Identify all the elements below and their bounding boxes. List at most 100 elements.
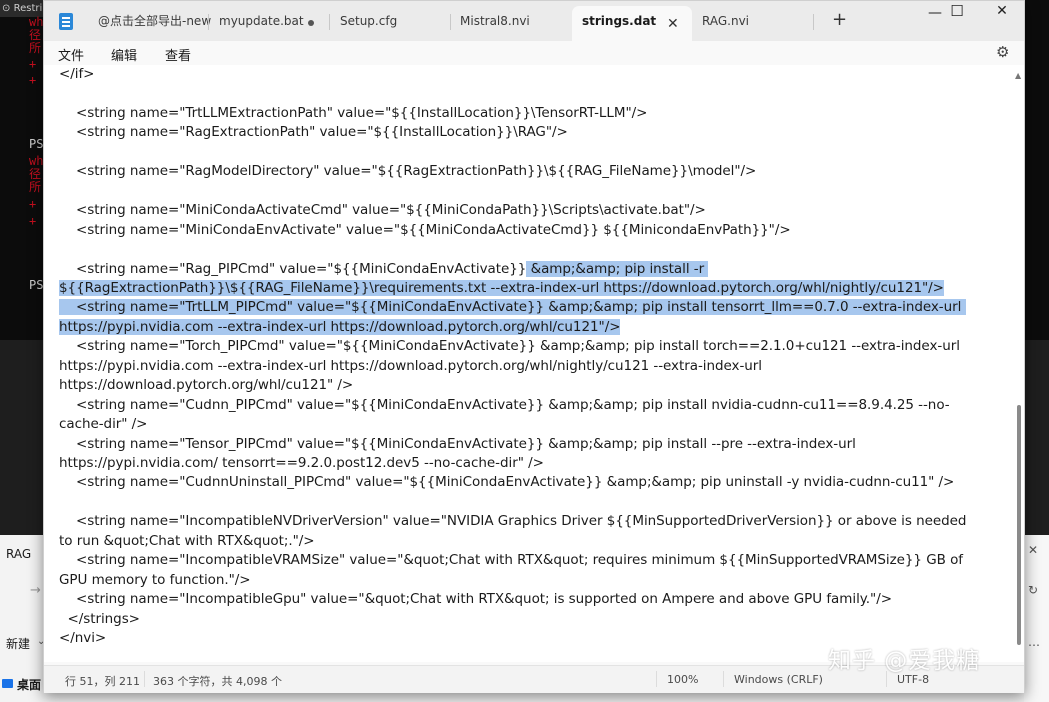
- more-icon[interactable]: …: [1028, 635, 1040, 649]
- add-tab-icon[interactable]: +: [832, 10, 847, 30]
- scrollbar-thumb[interactable]: [1017, 405, 1021, 645]
- menu-file[interactable]: 文件: [58, 45, 84, 64]
- notepad-window: @点击全部导出-new myupdate.bat Setup.cfg Mistr…: [43, 0, 1025, 693]
- code-text: </nvi>: [59, 630, 107, 647]
- gear-icon[interactable]: ⚙: [996, 43, 1009, 61]
- code-line: <string name="IncompatibleVRAMSize" valu…: [59, 551, 963, 571]
- code-text: https://download.pytorch.org/whl/cu121" …: [59, 377, 354, 394]
- notepad-app-icon: [59, 13, 73, 30]
- terminal-line: +: [29, 214, 37, 228]
- code-text: to run &quot;Chat with RTX&quot;."/>: [59, 532, 315, 549]
- status-divider: [144, 671, 145, 687]
- tab-bar: @点击全部导出-new myupdate.bat Setup.cfg Mistr…: [44, 1, 1024, 41]
- close-button[interactable]: ✕: [979, 1, 1025, 33]
- explorer-desktop-item[interactable]: 桌面: [17, 676, 41, 693]
- code-line: <string name="RagModelDirectory" value="…: [59, 162, 756, 182]
- terminal-prompt: PS: [29, 278, 44, 292]
- zoom-level[interactable]: 100%: [667, 673, 698, 686]
- code-line: <string name="Rag_PIPCmd" value="${{Mini…: [59, 260, 709, 280]
- status-divider: [656, 671, 657, 687]
- menu-view[interactable]: 查看: [165, 45, 191, 64]
- code-text: <string name="Cudnn_PIPCmd" value="${{Mi…: [59, 396, 950, 413]
- tab-label: @点击全部导出-new: [98, 14, 212, 28]
- selected-text: ${{RagExtractionPath}}\${{RAG_FileName}}…: [59, 279, 944, 296]
- tab-label: myupdate.bat: [219, 14, 304, 28]
- menu-bar: 文件 编辑 查看: [44, 41, 1024, 65]
- code-text: https://pypi.nvidia.com/ tensorrt==9.2.0…: [59, 455, 544, 471]
- watermark: 知乎 @爱我糖: [828, 648, 981, 674]
- maximize-button[interactable]: ☐: [934, 1, 980, 33]
- tab-mistral8-nvi[interactable]: Mistral8.nvi: [450, 6, 530, 41]
- code-line: <string name="CudnnUninstall_PIPCmd" val…: [59, 473, 954, 493]
- code-text: <string name="CudnnUninstall_PIPCmd" val…: [59, 474, 955, 491]
- code-line: ${{RagExtractionPath}}\${{RAG_FileName}}…: [59, 279, 944, 299]
- tab-strings-dat[interactable]: strings.dat ✕: [572, 6, 692, 41]
- back-arrow-icon[interactable]: →: [30, 583, 41, 598]
- code-text: <string name="RagModelDirectory" value="…: [59, 163, 757, 180]
- code-line: GPU memory to function."/>: [59, 571, 251, 591]
- code-text: </strings>: [59, 610, 140, 627]
- code-text: <string name="IncompatibleGpu" value="&q…: [59, 591, 892, 608]
- code-line: <string name="Torch_PIPCmd" value="${{Mi…: [59, 337, 960, 357]
- code-line: <string name="TrtLLMExtractionPath" valu…: [59, 104, 647, 124]
- code-line: <string name="MiniCondaActivateCmd" valu…: [59, 201, 706, 221]
- selected-text: &amp;&amp; pip install -r: [526, 260, 709, 277]
- line-ending[interactable]: Windows (CRLF): [734, 673, 823, 686]
- terminal-line: 所: [29, 180, 42, 194]
- background-window-edge: ✕ ↻ …: [1024, 535, 1049, 702]
- code-line: <string name="TrtLLM_PIPCmd" value="${{M…: [59, 298, 966, 318]
- code-line: <string name="Tensor_PIPCmd" value="${{M…: [59, 435, 856, 455]
- status-divider: [723, 671, 724, 687]
- code-line: cache-dir" />: [59, 415, 147, 435]
- code-text: <string name="RagExtractionPath" value="…: [59, 124, 568, 141]
- shield-icon: ⊙: [2, 3, 11, 14]
- character-count: 363 个字符，共 4,098 个: [153, 675, 282, 688]
- tab-label: RAG.nvi: [702, 14, 750, 28]
- code-line: to run &quot;Chat with RTX&quot;."/>: [59, 532, 315, 552]
- tab-rag-nvi[interactable]: RAG.nvi: [692, 6, 749, 41]
- code-text: <string name="Torch_PIPCmd" value="${{Mi…: [59, 338, 960, 355]
- code-line: </if>: [59, 65, 94, 85]
- code-line: <string name="IncompatibleNVDriverVersio…: [59, 512, 966, 532]
- code-text: <string name="TrtLLMExtractionPath" valu…: [59, 104, 648, 121]
- code-text: cache-dir" />: [59, 416, 148, 433]
- tab-setup-cfg[interactable]: Setup.cfg: [330, 6, 397, 41]
- tab-myupdate-bat[interactable]: myupdate.bat: [209, 6, 304, 41]
- code-text: <string name="MiniCondaEnvActivate" valu…: [59, 221, 791, 238]
- code-line: <string name="RagExtractionPath" value="…: [59, 123, 568, 143]
- refresh-icon[interactable]: ↻: [1028, 583, 1038, 597]
- terminal-line: 所: [29, 41, 42, 55]
- terminal-title-text: Restri: [13, 3, 43, 14]
- explorer-title: RAG: [6, 547, 32, 561]
- selected-text: <string name="TrtLLM_PIPCmd" value="${{M…: [59, 299, 966, 316]
- terminal-line: +: [29, 57, 37, 71]
- menu-edit[interactable]: 编辑: [111, 45, 137, 64]
- selected-text: https://pypi.nvidia.com --extra-index-ur…: [59, 318, 621, 335]
- explorer-new-button[interactable]: 新建: [6, 635, 30, 652]
- code-line: https://pypi.nvidia.com --extra-index-ur…: [59, 318, 621, 338]
- close-icon[interactable]: ✕: [1028, 543, 1038, 557]
- code-line: <string name="IncompatibleGpu" value="&q…: [59, 590, 892, 610]
- text-editor[interactable]: </if> <string name="TrtLLMExtractionPath…: [44, 65, 1024, 662]
- tab-export-new[interactable]: @点击全部导出-new: [88, 6, 211, 41]
- unsaved-dot-icon: [308, 20, 314, 26]
- code-line: </nvi>: [59, 629, 106, 649]
- code-text: </if>: [59, 66, 95, 82]
- terminal-line: +: [29, 73, 37, 87]
- vertical-scrollbar[interactable]: ▲: [1013, 65, 1024, 662]
- tab-label: Setup.cfg: [340, 14, 398, 28]
- code-text: <string name="Rag_PIPCmd" value="${{Mini…: [59, 260, 527, 277]
- code-text: https://pypi.nvidia.com --extra-index-ur…: [59, 357, 762, 374]
- scroll-up-icon[interactable]: ▲: [1015, 71, 1021, 80]
- cursor-position: 行 51，列 211: [65, 675, 140, 688]
- code-text: GPU memory to function."/>: [59, 571, 251, 588]
- terminal-prompt: PS: [29, 137, 44, 151]
- code-line: <string name="MiniCondaEnvActivate" valu…: [59, 221, 791, 241]
- code-line: </strings>: [59, 610, 140, 630]
- code-text: <string name="Tensor_PIPCmd" value="${{M…: [59, 435, 856, 452]
- code-line: https://pypi.nvidia.com/ tensorrt==9.2.0…: [59, 454, 544, 474]
- desktop-folder-icon: [2, 679, 13, 688]
- code-text: <string name="MiniCondaActivateCmd" valu…: [59, 202, 706, 219]
- code-line: https://download.pytorch.org/whl/cu121" …: [59, 376, 353, 396]
- tab-close-icon[interactable]: ✕: [667, 14, 679, 34]
